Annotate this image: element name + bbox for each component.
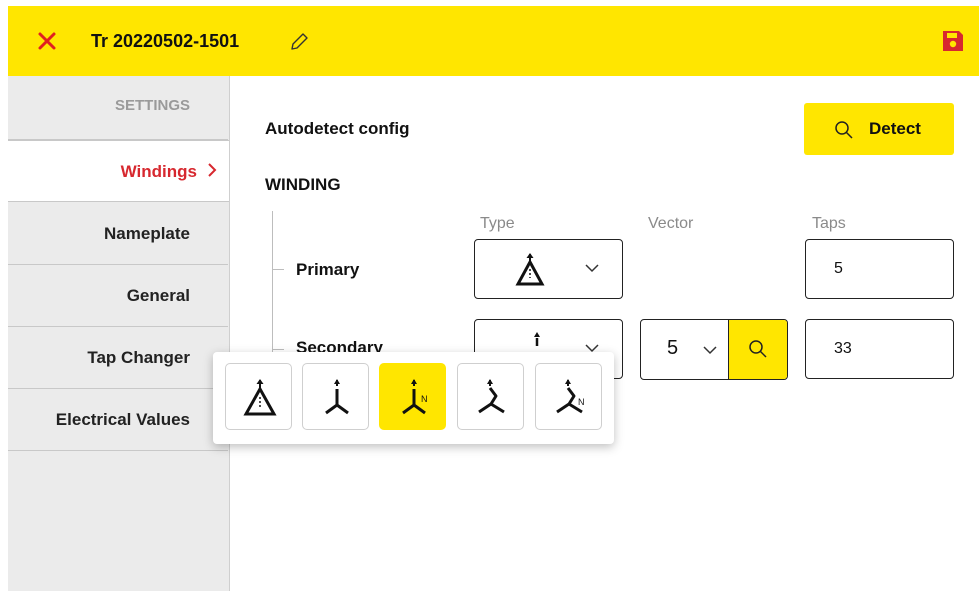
secondary-taps-input[interactable]: 33 bbox=[805, 319, 954, 379]
zigzag-neutral-icon: N bbox=[556, 379, 585, 414]
page-title: Tr 20220502-1501 bbox=[91, 31, 240, 51]
settings-sidebar: SETTINGS Windings Nameplate General Tap … bbox=[8, 76, 230, 591]
close-icon[interactable] bbox=[34, 28, 60, 54]
sidebar-item-general[interactable]: General bbox=[8, 265, 228, 327]
vector-search-button[interactable] bbox=[728, 320, 787, 379]
sidebar-item-label: General bbox=[126, 286, 190, 305]
winding-type-picker: N N bbox=[213, 352, 614, 444]
chevron-down-icon bbox=[585, 264, 599, 273]
autodetect-label: Autodetect config bbox=[265, 119, 410, 138]
sidebar-header: SETTINGS bbox=[8, 76, 228, 140]
primary-label: Primary bbox=[296, 260, 360, 279]
primary-taps-value: 5 bbox=[834, 260, 843, 277]
sidebar-item-label: Tap Changer bbox=[87, 348, 190, 367]
sidebar-item-label: Windings bbox=[120, 162, 197, 181]
winding-heading: WINDING bbox=[265, 175, 341, 194]
sidebar-item-label: Electrical Values bbox=[55, 410, 190, 429]
pencil-icon[interactable] bbox=[289, 32, 309, 52]
type-option-delta[interactable] bbox=[225, 363, 292, 430]
neutral-mark: N bbox=[421, 394, 428, 404]
type-option-zigzag[interactable] bbox=[457, 363, 524, 430]
save-icon[interactable] bbox=[940, 28, 966, 54]
primary-type-select[interactable] bbox=[474, 239, 623, 299]
vector-column-header: Vector bbox=[648, 215, 694, 232]
secondary-taps-value: 33 bbox=[834, 340, 852, 357]
type-column-header: Type bbox=[480, 215, 515, 232]
neutral-mark: N bbox=[578, 397, 585, 407]
chevron-right-icon bbox=[207, 141, 217, 203]
primary-taps-input[interactable]: 5 bbox=[805, 239, 954, 299]
sidebar-item-electrical-values[interactable]: Electrical Values bbox=[8, 389, 228, 451]
chevron-down-icon bbox=[703, 346, 717, 355]
wye-neutral-icon: N bbox=[402, 379, 428, 415]
detect-button[interactable]: Detect bbox=[804, 103, 954, 155]
search-icon bbox=[749, 340, 767, 358]
zigzag-icon bbox=[478, 379, 505, 414]
sidebar-item-tap-changer[interactable]: Tap Changer bbox=[8, 327, 228, 389]
search-icon bbox=[835, 121, 853, 139]
detect-button-label: Detect bbox=[869, 119, 921, 138]
taps-column-header: Taps bbox=[812, 215, 846, 232]
sidebar-item-label: Nameplate bbox=[104, 224, 190, 243]
secondary-vector-select[interactable]: 5 bbox=[640, 319, 788, 380]
tree-branch bbox=[272, 269, 284, 270]
tree-branch bbox=[272, 349, 284, 350]
delta-icon bbox=[515, 253, 545, 286]
top-bar: Tr 20220502-1501 bbox=[8, 6, 979, 76]
type-option-wye-neutral[interactable]: N bbox=[379, 363, 446, 430]
vector-value: 5 bbox=[667, 337, 679, 359]
type-option-wye[interactable] bbox=[302, 363, 369, 430]
type-option-zigzag-neutral[interactable]: N bbox=[535, 363, 602, 430]
sidebar-item-windings[interactable]: Windings bbox=[8, 140, 229, 202]
delta-icon bbox=[243, 379, 277, 416]
sidebar-item-nameplate[interactable]: Nameplate bbox=[8, 203, 228, 265]
wye-icon bbox=[325, 379, 349, 415]
